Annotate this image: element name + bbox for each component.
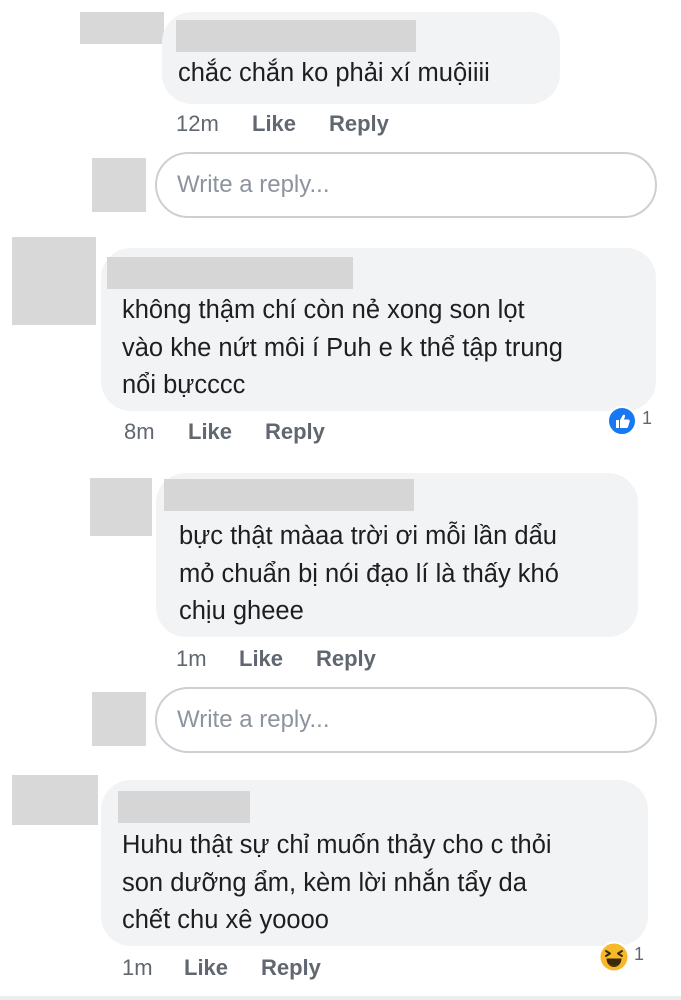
avatar[interactable] [80,12,164,44]
avatar[interactable] [90,478,152,536]
reply-input-placeholder: Write a reply... [177,706,330,733]
my-avatar [92,692,146,746]
my-avatar [92,158,146,212]
comment-text: Huhu thật sự chỉ muốn thảy cho c thỏi so… [122,831,552,934]
reaction-count: 1 [634,944,645,964]
comment-bubble: chắc chắn ko phải xí muộiiii [162,12,560,104]
comment-text: chắc chắn ko phải xí muộiiii [178,59,490,87]
haha-icon [598,941,630,978]
comment-timestamp: 1m [122,955,153,980]
reaction-count: 1 [642,408,653,428]
like-link[interactable]: Like [188,419,232,445]
reply-link[interactable]: Reply [261,955,321,981]
comment-timestamp: 12m [176,111,219,136]
like-link[interactable]: Like [239,646,283,672]
comment-bubble: bực thật màaa trời ơi mỗi lần dẩu mỏ chu… [156,473,638,637]
comment-timestamp: 8m [124,419,155,444]
reply-link[interactable]: Reply [265,419,325,445]
comment-text: không thậm chí còn nẻ xong son lọt vào k… [122,296,563,399]
comment-actions: 12m Like Reply [176,111,436,141]
like-icon [607,406,637,441]
divider [0,996,681,1000]
comment-text: bực thật màaa trời ơi mỗi lần dẩu mỏ chu… [179,522,559,625]
comment-bubble: Huhu thật sự chỉ muốn thảy cho c thỏi so… [101,780,648,946]
reply-input[interactable]: Write a reply... [155,687,657,753]
comment-actions: 1m Like Reply [176,646,436,676]
avatar[interactable] [12,775,98,825]
commenter-name-redacted[interactable] [176,20,416,52]
comment-actions: 1m Like Reply [122,955,382,985]
like-link[interactable]: Like [252,111,296,137]
commenter-name-redacted[interactable] [164,479,414,511]
comment-timestamp: 1m [176,646,207,671]
reaction-badge[interactable]: 1 [607,406,657,436]
reaction-badge[interactable]: 1 [598,941,648,973]
reply-link[interactable]: Reply [316,646,376,672]
reply-link[interactable]: Reply [329,111,389,137]
reply-input[interactable]: Write a reply... [155,152,657,218]
comment-bubble: không thậm chí còn nẻ xong son lọt vào k… [101,248,656,411]
commenter-name-redacted[interactable] [118,791,250,823]
commenter-name-redacted[interactable] [107,257,353,289]
like-link[interactable]: Like [184,955,228,981]
comment-actions: 8m Like Reply [124,419,384,449]
reply-input-placeholder: Write a reply... [177,171,330,198]
avatar[interactable] [12,237,96,325]
